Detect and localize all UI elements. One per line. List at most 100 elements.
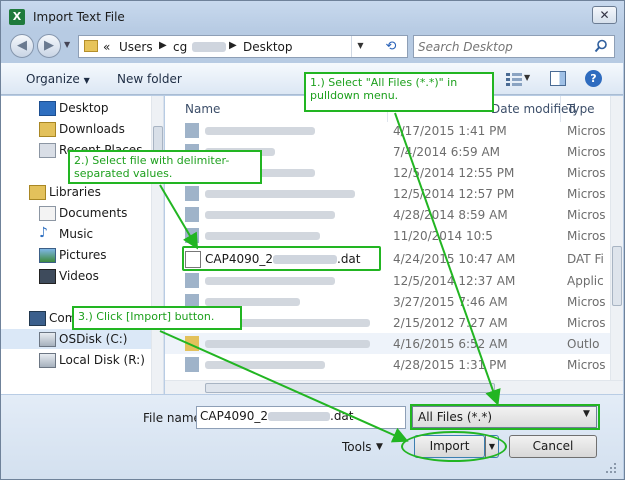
file-row[interactable]: 4/17/2015 1:41 PM Micros xyxy=(165,120,623,141)
nav-item-videos[interactable]: Videos xyxy=(1,266,151,286)
callout-step1: 1.) Select "All Files (*.*)" in pulldown… xyxy=(304,72,494,112)
nav-item-desktop[interactable]: Desktop xyxy=(1,98,151,118)
resize-grip-icon[interactable] xyxy=(605,462,617,474)
breadcrumb-separator-icon[interactable]: ▶ xyxy=(229,40,237,51)
file-date: 3/27/2015 7:46 AM xyxy=(393,295,508,309)
file-row[interactable]: 12/5/2014 12:57 PM Micros xyxy=(165,183,623,204)
breadcrumb-separator-icon[interactable]: ▶ xyxy=(159,40,167,51)
nav-item-label: Music xyxy=(59,227,94,241)
file-icon xyxy=(185,357,199,372)
file-type: Micros xyxy=(567,358,606,372)
breadcrumb-users[interactable]: Users xyxy=(119,40,153,54)
title-bar: X Import Text File ✕ xyxy=(0,0,625,33)
nav-item-music[interactable]: ♪ Music xyxy=(1,224,151,244)
file-list-horizontal-scrollbar[interactable] xyxy=(165,380,623,394)
chevron-down-icon: ▼ xyxy=(357,41,364,50)
close-button[interactable]: ✕ xyxy=(592,6,617,24)
file-date: 12/5/2014 12:37 AM xyxy=(393,274,516,288)
file-list-vertical-scrollbar[interactable] xyxy=(610,96,623,380)
file-icon xyxy=(185,207,199,222)
new-folder-button[interactable]: New folder xyxy=(117,72,182,86)
breadcrumb-user[interactable]: cg xyxy=(173,40,187,54)
file-row[interactable]: 4/16/2015 6:52 AM Outlo xyxy=(165,333,623,354)
selected-file-highlight xyxy=(182,246,381,271)
address-dropdown[interactable]: ▼ xyxy=(351,36,369,57)
file-name-input[interactable]: CAP4090_2 .dat xyxy=(196,406,406,429)
address-bar[interactable]: « Users ▶ cg ▶ Desktop ▼ ⟲ xyxy=(78,35,408,58)
breadcrumb-overflow[interactable]: « xyxy=(103,40,110,54)
column-header-modified[interactable]: Date modified xyxy=(491,102,576,116)
file-type: Micros xyxy=(567,208,606,222)
file-date: 4/28/2015 1:31 PM xyxy=(393,358,507,372)
scroll-thumb[interactable] xyxy=(612,246,622,306)
breadcrumb-desktop[interactable]: Desktop xyxy=(243,40,293,54)
nav-item-pictures[interactable]: Pictures xyxy=(1,245,151,265)
excel-app-icon: X xyxy=(9,9,25,25)
nav-item-local-disk-r[interactable]: Local Disk (R:) xyxy=(1,350,151,370)
blurred-filename xyxy=(205,190,355,198)
tools-button[interactable]: Tools xyxy=(342,440,372,454)
file-row[interactable]: 4/28/2014 8:59 AM Micros xyxy=(165,204,623,225)
file-type: Micros xyxy=(567,124,606,138)
column-divider[interactable] xyxy=(560,96,561,122)
file-type: Micros xyxy=(567,145,606,159)
recent-locations-dropdown[interactable]: ▼ xyxy=(64,40,74,52)
search-icon[interactable] xyxy=(594,39,608,53)
file-icon xyxy=(185,186,199,201)
chevron-down-icon[interactable]: ▼ xyxy=(376,442,383,452)
search-box[interactable] xyxy=(413,35,615,58)
column-header-type[interactable]: Type xyxy=(567,102,595,116)
chevron-down-icon: ▼ xyxy=(83,76,90,85)
nav-item-osdisk[interactable]: OSDisk (C:) xyxy=(1,329,151,349)
column-header-name[interactable]: Name xyxy=(185,102,220,116)
nav-item-libraries[interactable]: Libraries xyxy=(1,182,151,202)
file-icon xyxy=(185,336,199,351)
import-button-highlight xyxy=(401,431,507,462)
blurred-filename xyxy=(205,298,300,306)
nav-item-label: Desktop xyxy=(59,101,109,115)
nav-item-label: OSDisk (C:) xyxy=(59,332,128,346)
arrow-left-icon: ◀ xyxy=(17,38,27,53)
nav-item-label: Pictures xyxy=(59,248,107,262)
window-title: Import Text File xyxy=(33,10,125,24)
file-row[interactable]: 11/20/2014 10:5 Micros xyxy=(165,225,623,246)
view-dropdown[interactable]: ▼ xyxy=(524,73,530,82)
file-row[interactable]: 12/5/2014 12:37 AM Applic xyxy=(165,270,623,291)
file-date: 4/24/2015 10:47 AM xyxy=(393,252,516,266)
forward-button[interactable]: ▶ xyxy=(37,34,61,58)
file-type: Micros xyxy=(567,295,606,309)
file-type: DAT Fi xyxy=(567,252,604,266)
folder-icon xyxy=(84,40,98,52)
redacted-username xyxy=(192,42,226,52)
organize-label: Organize xyxy=(26,72,80,86)
help-icon[interactable]: ? xyxy=(585,70,602,87)
nav-item-documents[interactable]: Documents xyxy=(1,203,151,223)
videos-icon xyxy=(39,269,56,284)
file-name-value-end: .dat xyxy=(330,409,354,423)
blurred-filename xyxy=(205,211,335,219)
back-button[interactable]: ◀ xyxy=(10,34,34,58)
music-icon: ♪ xyxy=(39,225,48,241)
search-input[interactable] xyxy=(418,38,588,55)
file-date: 2/15/2012 7:27 AM xyxy=(393,316,508,330)
drive-icon xyxy=(39,332,56,347)
organize-button[interactable]: Organize ▼ xyxy=(26,72,90,86)
file-icon xyxy=(185,123,199,138)
downloads-icon xyxy=(39,122,56,137)
cancel-button[interactable]: Cancel xyxy=(509,435,597,458)
change-view-icon[interactable] xyxy=(506,72,522,86)
file-type: Micros xyxy=(567,229,606,243)
file-row[interactable]: 4/28/2015 1:31 PM Micros xyxy=(165,354,623,375)
refresh-button[interactable]: ⟲ xyxy=(375,36,407,57)
recent-places-icon xyxy=(39,143,56,158)
nav-item-downloads[interactable]: Downloads xyxy=(1,119,151,139)
nav-item-label: Libraries xyxy=(49,185,101,199)
scroll-thumb[interactable] xyxy=(205,383,495,393)
file-date: 7/4/2014 6:59 AM xyxy=(393,145,501,159)
nav-scrollbar[interactable] xyxy=(151,96,163,394)
preview-pane-icon[interactable] xyxy=(550,71,566,86)
file-list: Name Date modified Type 4/17/2015 1:41 P… xyxy=(165,96,623,394)
file-date: 4/28/2014 8:59 AM xyxy=(393,208,508,222)
file-type: Applic xyxy=(567,274,604,288)
file-icon xyxy=(185,273,199,288)
